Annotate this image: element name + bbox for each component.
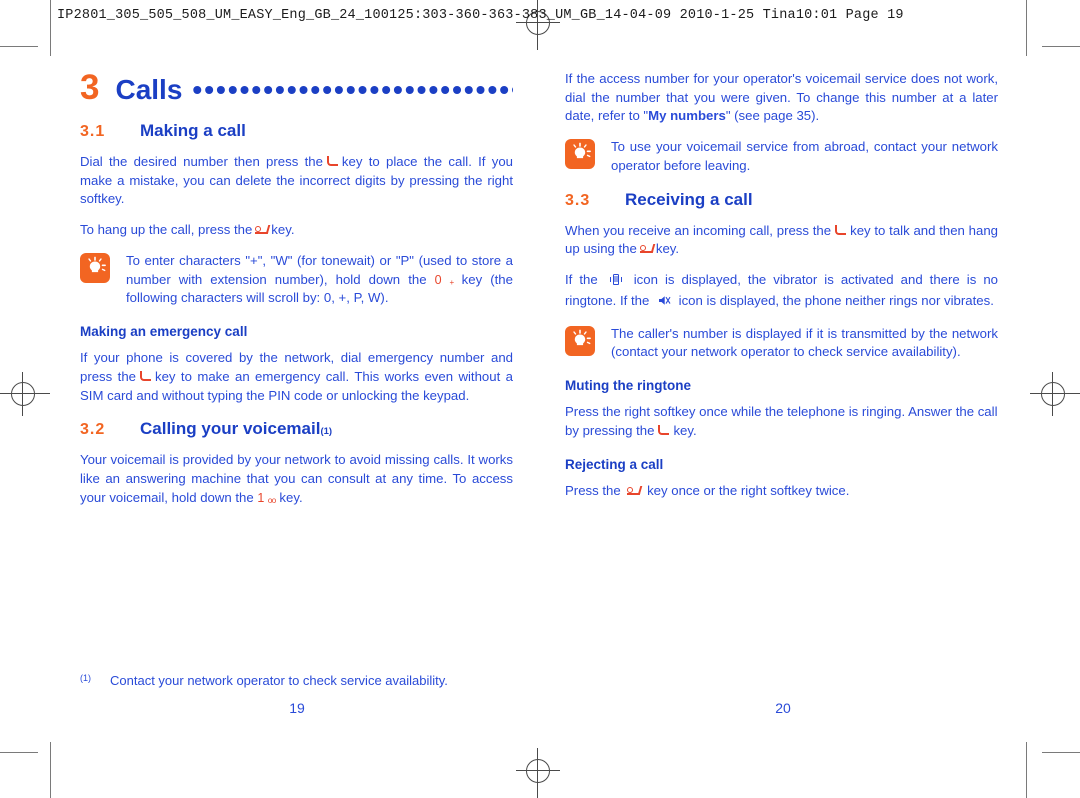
footnote-reference: (1) bbox=[320, 426, 333, 438]
call-send-key-icon bbox=[138, 370, 153, 383]
call-send-key-icon bbox=[325, 156, 340, 168]
chapter-number: 3 bbox=[80, 68, 100, 107]
section-number: 3.1 bbox=[80, 123, 106, 140]
crop-line-right-horizontal-bottom bbox=[1042, 752, 1080, 753]
silent-mode-icon bbox=[657, 294, 671, 313]
paragraph-hang-up: To hang up the call, press the key. bbox=[80, 222, 295, 238]
right-column: If the access number for your operator's… bbox=[565, 70, 998, 512]
section-title: Receiving a call bbox=[625, 189, 753, 209]
prepress-header: IP2801_305_505_508_UM_EASY_Eng_GB_24_100… bbox=[57, 8, 904, 23]
tip-text: To use your voicemail service from abroa… bbox=[611, 139, 998, 173]
paragraph-emergency-call: If your phone is covered by the network,… bbox=[80, 350, 514, 403]
crop-line-left-vertical bbox=[50, 0, 51, 56]
tip-box-voicemail-abroad: To use your voicemail service from abroa… bbox=[565, 138, 998, 175]
vibrate-icon bbox=[609, 273, 623, 292]
keycap-one: 1 oo bbox=[257, 490, 276, 505]
crop-line-left-vertical-bottom bbox=[50, 742, 51, 798]
call-send-key-icon bbox=[656, 424, 671, 437]
footnote: (1) Contact your network operator to che… bbox=[80, 672, 520, 690]
page-number-left: 19 bbox=[289, 700, 305, 716]
chapter-title: 3 Calls ••••••••••••••••••••••••••••• bbox=[80, 70, 513, 105]
section-heading-3-2: 3.2 Calling your voicemail (1) bbox=[80, 419, 513, 439]
section-number: 3.2 bbox=[80, 421, 106, 439]
subheading-rejecting-a-call: Rejecting a call bbox=[565, 456, 664, 472]
section-number: 3.3 bbox=[565, 191, 591, 209]
paragraph-access-number: If the access number for your operator's… bbox=[565, 71, 998, 124]
registration-mark-bottom bbox=[516, 748, 560, 798]
left-column: 3 Calls ••••••••••••••••••••••••••••• 3.… bbox=[80, 70, 513, 520]
call-end-key-icon bbox=[254, 224, 269, 236]
footnote-marker: (1) bbox=[80, 673, 91, 683]
section-title: Calling your voicemail bbox=[140, 419, 321, 439]
manual-page: IP2801_305_505_508_UM_EASY_Eng_GB_24_100… bbox=[0, 0, 1080, 798]
tip-text: To enter characters "+", "W" (for tonewa… bbox=[126, 252, 513, 306]
paragraph-voicemail-intro: Your voicemail is provided by your netwo… bbox=[80, 452, 513, 505]
crop-line-right-vertical bbox=[1026, 0, 1027, 56]
crop-line-right-vertical-bottom bbox=[1026, 742, 1027, 798]
lightbulb-icon bbox=[565, 139, 595, 170]
subheading-muting-the-ringtone: Muting the ringtone bbox=[565, 378, 691, 394]
paragraph-dial-number: Dial the desired number then press the ke… bbox=[80, 154, 513, 207]
registration-mark-right bbox=[1030, 372, 1080, 416]
section-heading-3-1: 3.1 Making a call bbox=[80, 121, 513, 141]
crop-line-left-horizontal-bottom bbox=[0, 752, 38, 753]
registration-mark-left bbox=[0, 372, 50, 416]
tip-box-caller-number: The caller's number is displayed if it i… bbox=[565, 325, 998, 362]
paragraph-rejecting: Press the key once or the right softkey … bbox=[565, 482, 850, 498]
paragraph-incoming-call: When you receive an incoming call, press… bbox=[565, 222, 998, 257]
page-number-right: 20 bbox=[775, 700, 791, 716]
subheading-making-emergency-call: Making an emergency call bbox=[80, 324, 248, 340]
section-heading-3-3: 3.3 Receiving a call bbox=[565, 190, 998, 210]
crop-line-right-horizontal-top bbox=[1042, 46, 1080, 47]
paragraph-vibrate-silent: If the icon is displayed, the vibrator i… bbox=[565, 271, 998, 312]
footnote-text: Contact your network operator to check s… bbox=[110, 673, 448, 688]
chapter-name: Calls bbox=[115, 74, 183, 105]
chapter-leader-dots: ••••••••••••••••••••••••••••• bbox=[192, 76, 513, 104]
lightbulb-icon bbox=[80, 252, 110, 283]
tip-box-enter-characters: To enter characters "+", "W" (for tonewa… bbox=[80, 252, 513, 308]
call-send-key-icon bbox=[833, 224, 848, 237]
tip-text: The caller's number is displayed if it i… bbox=[611, 325, 998, 360]
paragraph-muting: Press the right softkey once while the t… bbox=[565, 404, 998, 438]
crop-line-left-horizontal-top bbox=[0, 46, 38, 47]
section-title: Making a call bbox=[140, 121, 246, 140]
call-end-key-icon bbox=[626, 485, 641, 497]
my-numbers-reference: My numbers bbox=[648, 108, 726, 124]
call-end-key-icon bbox=[639, 243, 654, 255]
keycap-zero: 0 + bbox=[434, 272, 455, 287]
lightbulb-icon bbox=[565, 325, 595, 356]
